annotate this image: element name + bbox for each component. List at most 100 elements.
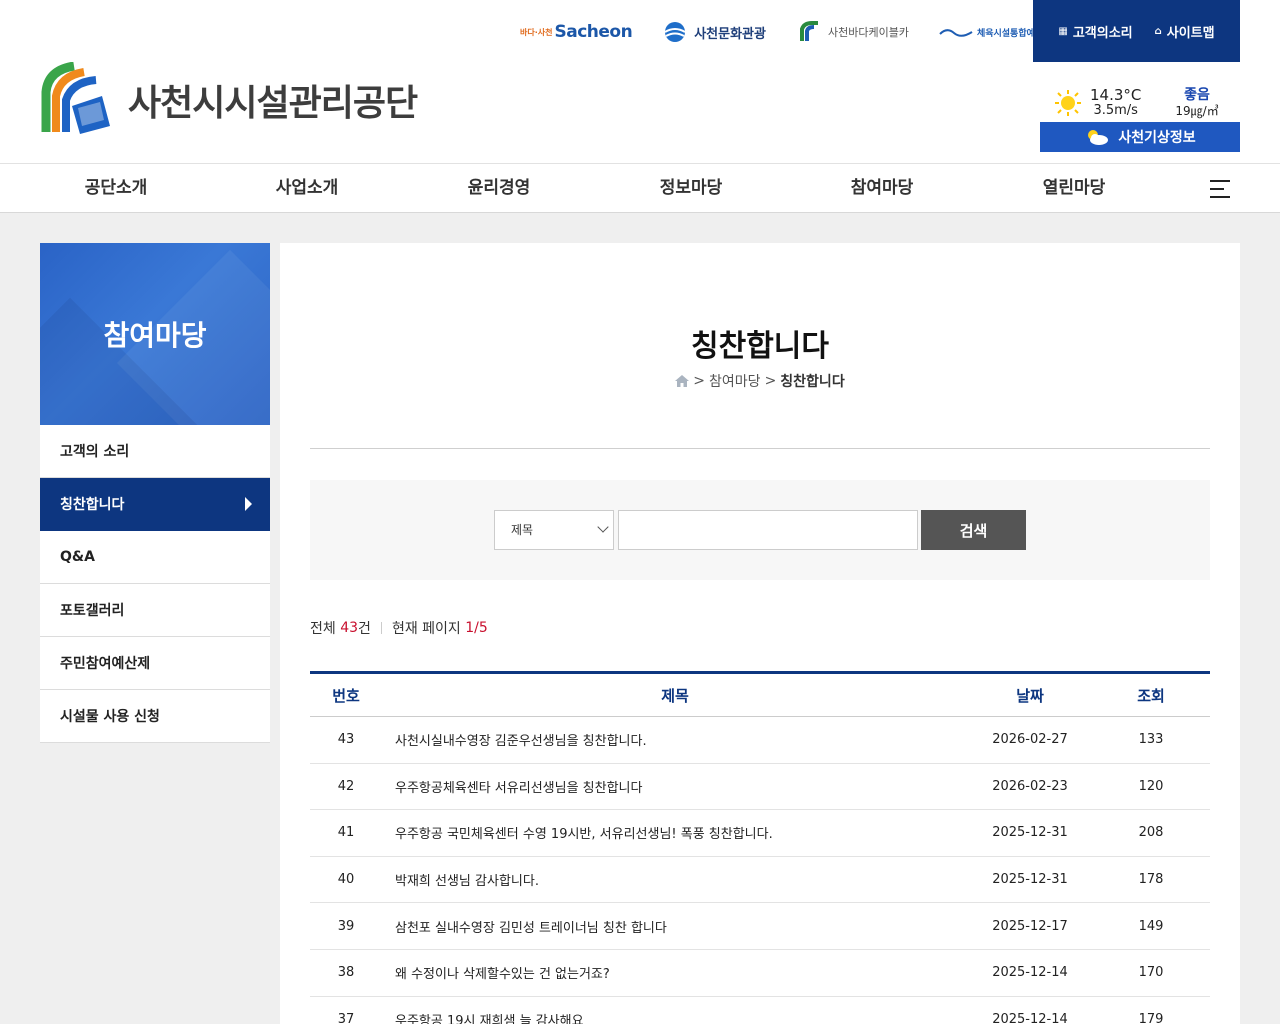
gnb-item-participation[interactable]: 참여마당: [851, 164, 914, 212]
breadcrumb: > 참여마당 > 칭찬합니다: [280, 371, 1240, 391]
culture-logo-icon: [664, 22, 686, 42]
search-field-select[interactable]: 제목: [494, 510, 614, 550]
gnb-item-info[interactable]: 정보마당: [660, 164, 723, 212]
temperature-block: 14.3°C 3.5m/s: [1090, 87, 1141, 119]
air-quality-block: 좋음 19㎍/㎥: [1175, 87, 1218, 119]
side-nav-label: 포토갤러리: [60, 603, 125, 619]
search-panel: 제목 검색: [310, 480, 1210, 580]
header-number: 번호: [332, 686, 360, 705]
menu-hamburger-icon[interactable]: [1210, 180, 1230, 198]
row-views: 178: [1138, 872, 1164, 888]
site-logo[interactable]: 사천시시설관리공단: [40, 62, 418, 138]
gnb-item-open[interactable]: 열린마당: [1043, 164, 1106, 212]
row-number: 40: [337, 872, 355, 888]
current-page-label: 현재 페이지: [391, 621, 461, 637]
search-button[interactable]: 검색: [921, 510, 1026, 550]
row-date: 2025-12-14: [992, 965, 1068, 981]
praise-board-table: 번호 제목 날짜 조회 43 사천시실내수영장 김준우선생님을 칭찬합니다. 2…: [310, 671, 1210, 1024]
sports-reservation-link[interactable]: 체육시설통합예약: [939, 26, 1043, 39]
row-title-link[interactable]: 사천시실내수영장 김준우선생님을 칭찬합니다.: [382, 730, 968, 749]
table-row: 39 삼천포 실내수영장 김민성 트레이너님 칭찬 합니다 2025-12-17…: [310, 903, 1210, 950]
table-row: 38 왜 수정이나 삭제할수있는 건 없는거죠? 2025-12-14 170: [310, 950, 1210, 997]
gnb-item-business[interactable]: 사업소개: [276, 164, 339, 212]
row-views: 208: [1138, 825, 1164, 841]
sitemap-label: 사이트맵: [1166, 25, 1215, 41]
culture-tourism-link[interactable]: 사천문화관광: [662, 21, 766, 43]
side-nav-item-photo-gallery[interactable]: 포토갤러리: [40, 584, 270, 637]
search-field-value: 제목: [511, 523, 534, 537]
summary-divider: [380, 622, 382, 634]
breadcrumb-parent[interactable]: 참여마당: [709, 371, 761, 391]
side-nav-item-participatory-budget[interactable]: 주민참여예산제: [40, 637, 270, 690]
table-row: 42 우주항공체육센타 서유리선생님을 칭찬합니다 2026-02-23 120: [310, 764, 1210, 811]
row-date: 2026-02-23: [992, 778, 1068, 794]
row-title-link[interactable]: 삼천포 실내수영장 김민성 트레이너님 칭찬 합니다: [382, 917, 968, 936]
side-nav-item-qna[interactable]: Q&A: [40, 531, 270, 584]
row-title-link[interactable]: 우주항공 국민체육센터 수영 19시반, 서유리선생님! 폭풍 칭찬합니다.: [382, 823, 968, 842]
row-views: 149: [1138, 918, 1164, 934]
current-page-value: 1/5: [465, 620, 488, 636]
document-icon: ▦: [1058, 25, 1068, 37]
home-icon[interactable]: [675, 375, 690, 387]
gnb-item-about[interactable]: 공단소개: [85, 164, 148, 212]
customer-voice-label: 고객의소리: [1072, 25, 1133, 41]
total-unit: 건: [358, 621, 371, 637]
row-views: 133: [1138, 732, 1164, 748]
breadcrumb-separator: >: [764, 373, 777, 389]
side-nav-label: 칭찬합니다: [60, 497, 125, 513]
table-row: 43 사천시실내수영장 김준우선생님을 칭찬합니다. 2026-02-27 13…: [310, 717, 1210, 764]
weather-widget: 14.3°C 3.5m/s 좋음 19㎍/㎥ 사천기상정보: [1040, 84, 1240, 152]
row-date: 2025-12-31: [992, 872, 1068, 888]
side-nav-item-praise[interactable]: 칭찬합니다: [40, 478, 270, 531]
sun-icon: [1055, 90, 1081, 116]
customer-voice-link[interactable]: ▦ 고객의소리: [1058, 22, 1132, 41]
cloud-sun-icon: [1088, 130, 1109, 145]
main-navigation: 공단소개 사업소개 윤리경영 정보마당 참여마당 열린마당: [0, 163, 1280, 213]
cable-car-logo-icon: [799, 21, 818, 41]
main-content: 칭찬합니다 > 참여마당 > 칭찬합니다 제목 검색 전체 43 건 현재 페이지…: [280, 243, 1240, 1024]
row-date: 2025-12-17: [992, 918, 1068, 934]
side-nav-item-facility-request[interactable]: 시설물 사용 신청: [40, 690, 270, 743]
chevron-down-icon: [597, 521, 609, 533]
row-title-link[interactable]: 우주항공체육센타 서유리선생님을 칭찬합니다: [382, 777, 968, 796]
corporation-logo-icon: [41, 62, 110, 134]
side-nav-label: Q&A: [60, 549, 95, 565]
wave-icon: [939, 29, 973, 37]
search-input[interactable]: [618, 510, 918, 550]
total-label: 전체: [310, 621, 336, 637]
sacheon-city-link[interactable]: 바다·사천 Sacheon: [520, 22, 633, 42]
logo-text: 사천시시설관리공단: [128, 83, 418, 124]
row-number: 42: [337, 778, 355, 794]
side-navigation: 참여마당 고객의 소리 칭찬합니다 Q&A 포토갤러리 주민참여예산제 시설물 …: [40, 243, 270, 743]
family-site-links: 바다·사천 Sacheon 사천문화관광 사천바다케이블카 체육시설통합예약: [520, 14, 1073, 50]
culture-link-label: 사천문화관광: [694, 26, 766, 42]
row-title-link[interactable]: 우주항공 19시 재희샘 늘 감사해요: [382, 1010, 968, 1024]
row-views: 170: [1138, 965, 1164, 981]
row-number: 37: [337, 1011, 355, 1024]
cable-car-link-label: 사천바다케이블카: [827, 26, 909, 39]
cable-car-link[interactable]: 사천바다케이블카: [796, 21, 909, 43]
row-number: 41: [337, 825, 355, 841]
row-date: 2025-12-31: [992, 825, 1068, 841]
wind-speed-value: 3.5m/s: [1093, 103, 1138, 118]
row-views: 179: [1138, 1011, 1164, 1024]
sitemap-link[interactable]: ⌂ 사이트맵: [1155, 22, 1215, 41]
side-nav-header: 참여마당: [40, 243, 270, 425]
breadcrumb-separator: >: [693, 373, 706, 389]
gnb-item-ethics[interactable]: 윤리경영: [468, 164, 531, 212]
row-title-link[interactable]: 박재희 선생님 감사합니다.: [382, 870, 968, 889]
side-nav-label: 고객의 소리: [60, 444, 130, 460]
header-views: 조회: [1137, 686, 1165, 705]
table-header: 번호 제목 날짜 조회: [310, 674, 1210, 717]
row-views: 120: [1138, 778, 1164, 794]
row-title-link[interactable]: 왜 수정이나 삭제할수있는 건 없는거죠?: [382, 963, 968, 982]
board-summary: 전체 43 건 현재 페이지 1/5: [310, 618, 488, 638]
side-nav-label: 시설물 사용 신청: [60, 709, 160, 725]
side-nav-item-customer-voice[interactable]: 고객의 소리: [40, 425, 270, 478]
caret-right-icon: [245, 497, 252, 511]
fine-dust-value: 19㎍/㎥: [1175, 104, 1219, 118]
home-icon: ⌂: [1154, 25, 1162, 37]
temperature-value: 14.3°C: [1090, 86, 1142, 104]
weather-info-button[interactable]: 사천기상정보: [1040, 122, 1240, 152]
side-nav-title: 참여마당: [103, 319, 207, 352]
